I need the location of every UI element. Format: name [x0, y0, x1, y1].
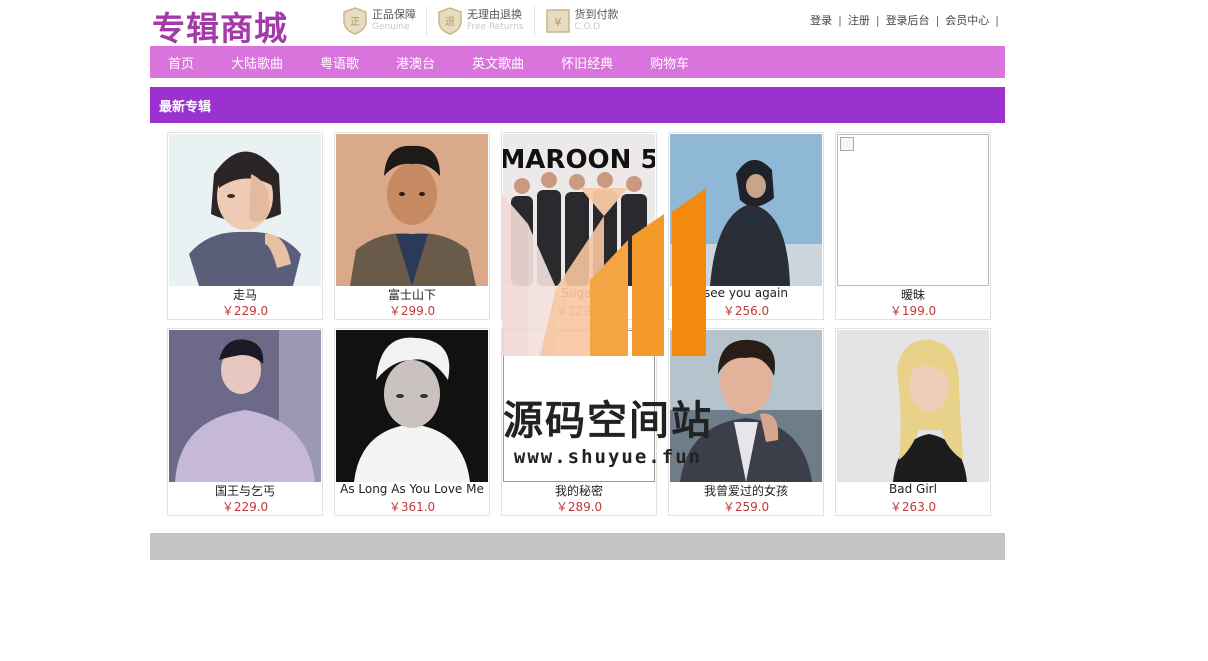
badge-title: 正品保障 — [372, 8, 416, 21]
nav-classics[interactable]: 怀旧经典 — [561, 53, 613, 72]
album-name[interactable]: 我的秘密 — [502, 482, 656, 499]
nav-hk-macau-taiwan[interactable]: 港澳台 — [396, 53, 435, 72]
broken-image-icon — [840, 137, 854, 151]
login-link[interactable]: 登录 — [810, 14, 832, 27]
album-name[interactable]: As Long As You Love Me — [335, 482, 489, 496]
badge-cod: ¥ 货到付款 C.O.D — [543, 6, 629, 36]
badge-subtitle: C.O.D — [574, 22, 601, 32]
maroon5-title-text: MAROON 5 — [503, 145, 655, 175]
album-price: ￥199.0 — [889, 304, 937, 318]
album-price: ￥229.0 — [221, 500, 269, 514]
header: 专辑商城 正 正品保障 Genuine 退 无理由退换 Free Returns — [150, 0, 1005, 48]
section-title: 最新专辑 — [159, 100, 212, 115]
album-price: ￥256.0 — [722, 304, 770, 318]
top-links: 登录 | 注册 | 登录后台 | 会员中心 | — [810, 14, 999, 27]
album-name[interactable]: 暧昧 — [836, 286, 990, 303]
nav-english-songs[interactable]: 英文歌曲 — [472, 53, 524, 72]
album-cover[interactable] — [670, 134, 822, 286]
album-card[interactable]: As Long As You Love Me ￥361.0 — [334, 328, 490, 516]
main-nav: 首页 大陆歌曲 粤语歌 港澳台 英文歌曲 怀旧经典 购物车 — [150, 46, 1005, 78]
album-price: ￥299.0 — [388, 304, 436, 318]
genuine-shield-icon: 正 — [342, 7, 368, 35]
svg-text:正: 正 — [350, 17, 360, 28]
album-cover[interactable] — [169, 330, 321, 482]
nav-mainland-songs[interactable]: 大陆歌曲 — [231, 53, 283, 72]
album-cover[interactable] — [336, 134, 488, 286]
album-card[interactable]: 暧昧 ￥199.0 — [835, 132, 991, 320]
album-cover[interactable] — [670, 330, 822, 482]
album-name[interactable]: 富士山下 — [335, 286, 489, 303]
nav-cart[interactable]: 购物车 — [650, 53, 689, 72]
svg-text:退: 退 — [445, 16, 455, 28]
album-price: ￥263.0 — [889, 500, 937, 514]
album-name[interactable]: see you again — [669, 286, 823, 300]
album-card[interactable]: MAROON 5 Sugar ￥229.0 — [501, 132, 657, 320]
album-cover[interactable] — [503, 330, 655, 482]
album-name[interactable]: 我曾爱过的女孩 — [669, 482, 823, 499]
album-card[interactable]: 国王与乞丐 ￥229.0 — [167, 328, 323, 516]
album-cover[interactable] — [169, 134, 321, 286]
album-cover[interactable] — [837, 330, 989, 482]
album-name[interactable]: Sugar — [502, 286, 656, 300]
page-container: 专辑商城 正 正品保障 Genuine 退 无理由退换 Free Returns — [150, 0, 1005, 560]
admin-login-link[interactable]: 登录后台 — [886, 14, 930, 27]
album-card[interactable]: 走马 ￥229.0 — [167, 132, 323, 320]
broken-image-placeholder — [837, 134, 989, 286]
album-card[interactable]: 我曾爱过的女孩 ￥259.0 — [668, 328, 824, 516]
nav-home[interactable]: 首页 — [168, 53, 194, 72]
album-price: ￥259.0 — [722, 500, 770, 514]
badge-genuine: 正 正品保障 Genuine — [340, 6, 427, 36]
member-center-link[interactable]: 会员中心 — [945, 14, 989, 27]
album-cover-missing[interactable] — [837, 134, 989, 286]
site-logo[interactable]: 专辑商城 — [152, 2, 288, 50]
album-price: ￥229.0 — [555, 304, 603, 318]
album-name[interactable]: 走马 — [168, 286, 322, 303]
badge-subtitle: Free Returns — [467, 22, 524, 32]
badge-subtitle: Genuine — [372, 22, 410, 32]
album-name[interactable]: 国王与乞丐 — [168, 482, 322, 499]
album-cover[interactable]: MAROON 5 — [503, 134, 655, 286]
album-name[interactable]: Bad Girl — [836, 482, 990, 496]
register-link[interactable]: 注册 — [848, 14, 870, 27]
returns-shield-icon: 退 — [437, 7, 463, 35]
album-card[interactable]: Bad Girl ￥263.0 — [835, 328, 991, 516]
album-price: ￥361.0 — [388, 500, 436, 514]
album-price: ￥289.0 — [555, 500, 603, 514]
service-badges: 正 正品保障 Genuine 退 无理由退换 Free Returns ¥ 货到… — [340, 6, 637, 36]
album-card[interactable]: see you again ￥256.0 — [668, 132, 824, 320]
svg-text:¥: ¥ — [554, 16, 561, 29]
badge-title: 无理由退换 — [467, 8, 522, 21]
section-header: 最新专辑 — [150, 87, 1005, 123]
footer-bar — [150, 533, 1005, 560]
badge-title: 货到付款 — [574, 8, 619, 21]
album-card[interactable]: 我的秘密 ￥289.0 — [501, 328, 657, 516]
badge-returns: 退 无理由退换 Free Returns — [435, 6, 535, 36]
album-card[interactable]: 富士山下 ￥299.0 — [334, 132, 490, 320]
album-price: ￥229.0 — [221, 304, 269, 318]
cod-icon: ¥ — [545, 7, 571, 35]
album-cover[interactable] — [336, 330, 488, 482]
nav-cantonese-songs[interactable]: 粤语歌 — [320, 53, 359, 72]
